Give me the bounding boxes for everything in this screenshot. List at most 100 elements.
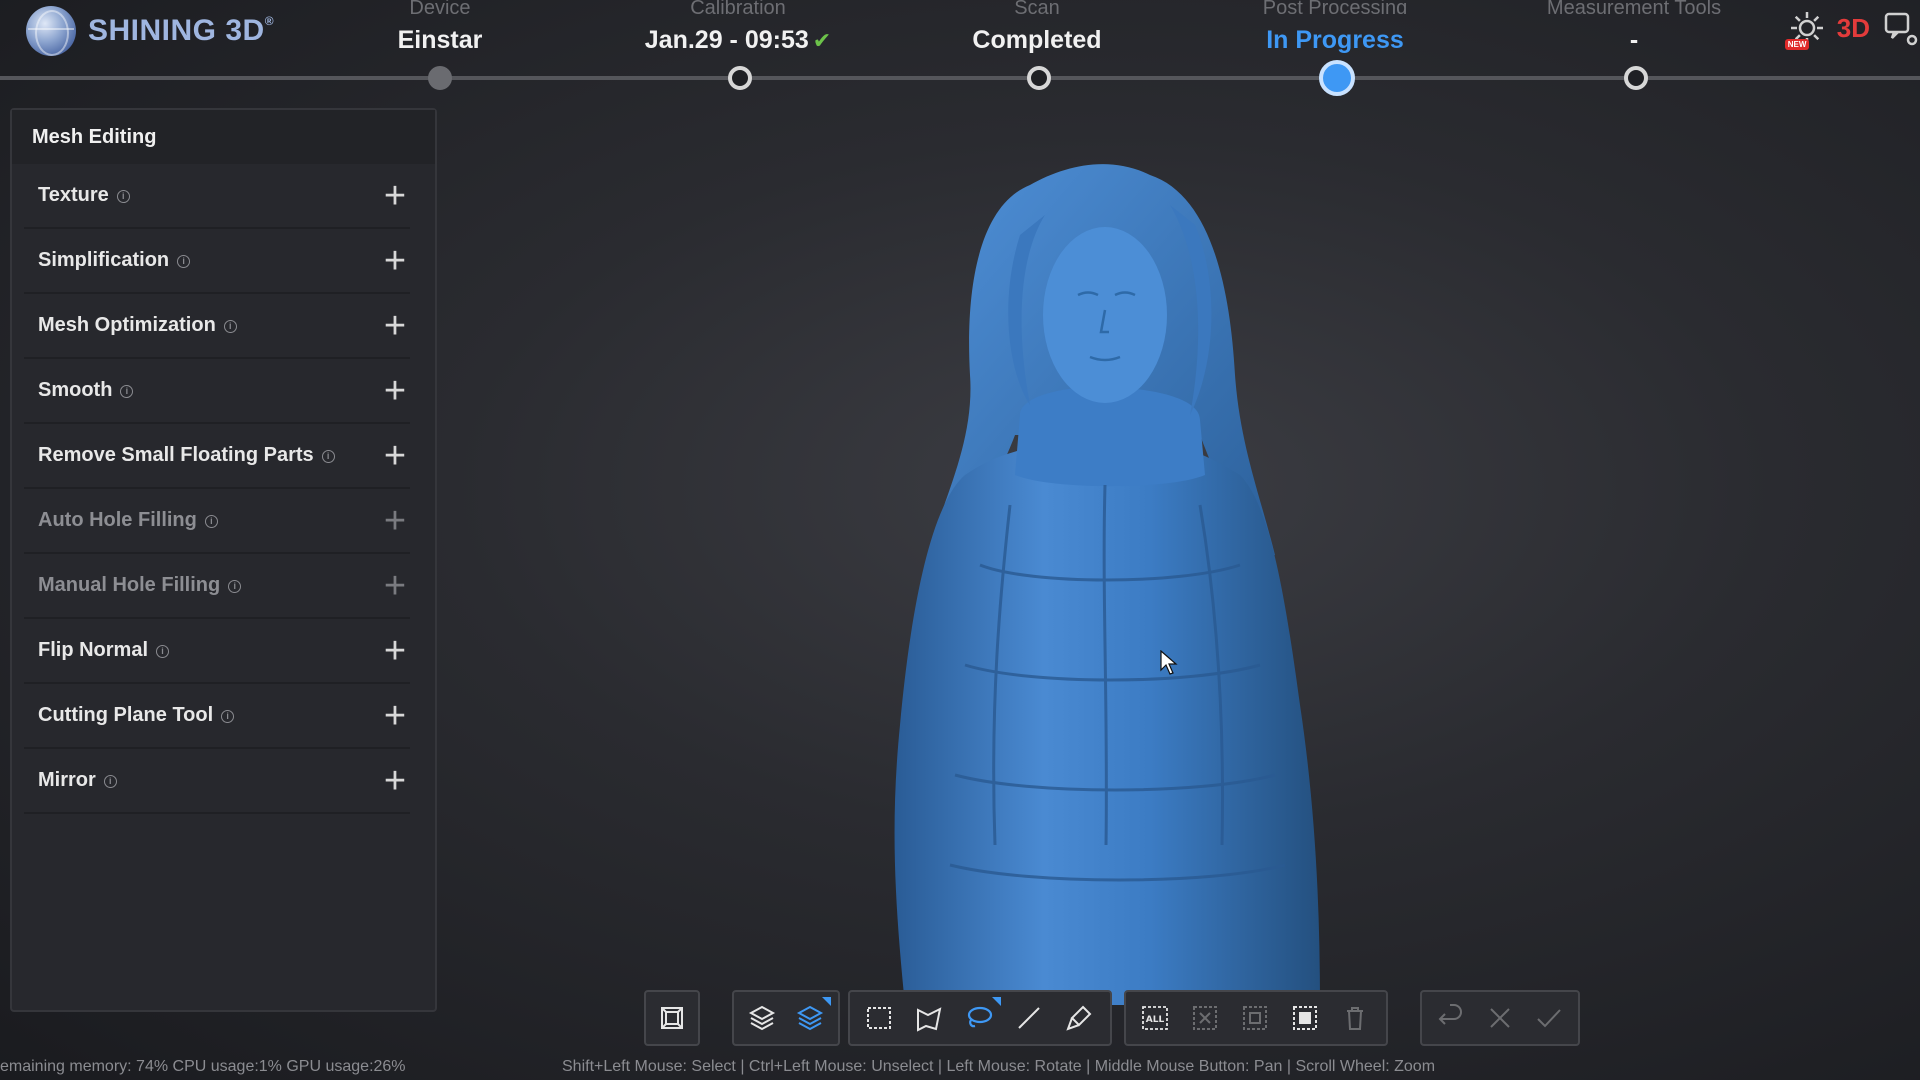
step-post-processing[interactable]: Post Processing In Progress bbox=[1185, 0, 1485, 55]
cancel-icon-button[interactable] bbox=[1475, 994, 1524, 1042]
step-label: Measurement Tools bbox=[1546, 0, 1722, 14]
layers-icon-button[interactable] bbox=[738, 994, 786, 1042]
new-badge: NEW bbox=[1784, 39, 1810, 50]
info-icon[interactable]: i bbox=[204, 515, 218, 528]
tool-row-manual-hole-filling[interactable]: Manual Hole Filling i + bbox=[24, 554, 410, 619]
visible-layers-icon-button[interactable] bbox=[786, 994, 834, 1042]
step-value: Completed bbox=[972, 26, 1102, 54]
tool-label: Flip Normal bbox=[38, 639, 149, 661]
selection-ops-group: ALL bbox=[1124, 990, 1388, 1046]
lasso-select-icon-button[interactable] bbox=[954, 994, 1004, 1042]
status-bar: emaining memory: 74% CPU usage:1% GPU us… bbox=[0, 1056, 1920, 1080]
tool-label: Cutting Plane Tool bbox=[38, 704, 214, 726]
tool-label: Mirror bbox=[38, 769, 96, 791]
step-node-measurement-tools[interactable] bbox=[1624, 66, 1648, 90]
tool-row-flip-normal[interactable]: Flip Normal i + bbox=[24, 619, 410, 684]
tool-label: Simplification bbox=[38, 249, 170, 271]
expand-plus-icon[interactable]: + bbox=[380, 502, 410, 540]
connected-select-icon-button[interactable] bbox=[1280, 994, 1330, 1042]
tool-list: Texture i + Simplification i + Mesh Optimizati… bbox=[12, 164, 435, 814]
step-label: Scan bbox=[1014, 0, 1060, 14]
info-icon[interactable]: i bbox=[103, 775, 117, 788]
apply-icon-button[interactable] bbox=[1525, 994, 1574, 1042]
info-icon[interactable]: i bbox=[228, 580, 242, 593]
info-icon[interactable]: i bbox=[223, 320, 237, 333]
step-measurement-tools[interactable]: Measurement Tools - bbox=[1484, 0, 1784, 55]
layer-group bbox=[732, 990, 840, 1046]
step-node-device[interactable] bbox=[428, 66, 452, 90]
expand-plus-icon[interactable]: + bbox=[380, 437, 410, 475]
brush-select-icon-button[interactable] bbox=[1054, 994, 1104, 1042]
tool-row-simplification[interactable]: Simplification i + bbox=[24, 229, 410, 294]
polygon-select-icon-button[interactable] bbox=[904, 994, 954, 1042]
expand-plus-icon[interactable]: + bbox=[380, 307, 410, 345]
invert-selection-icon-button[interactable] bbox=[1230, 994, 1280, 1042]
line-select-icon-button[interactable] bbox=[1004, 994, 1054, 1042]
step-node-post-processing[interactable] bbox=[1319, 60, 1355, 96]
mouse-cursor-icon bbox=[1160, 649, 1178, 676]
expand-plus-icon[interactable]: + bbox=[380, 372, 410, 410]
settings-gear-icon[interactable]: NEW bbox=[1784, 8, 1827, 50]
step-value: Einstar bbox=[397, 26, 483, 54]
info-icon[interactable]: i bbox=[116, 190, 130, 203]
check-icon: ✔ bbox=[812, 28, 832, 53]
expand-plus-icon[interactable]: + bbox=[380, 567, 410, 605]
brand-name: SHINING 3D bbox=[88, 14, 265, 47]
submenu-corner-icon bbox=[822, 997, 831, 1006]
expand-plus-icon[interactable]: + bbox=[380, 242, 410, 280]
tool-row-cutting-plane-tool[interactable]: Cutting Plane Tool i + bbox=[24, 684, 410, 749]
step-value: - bbox=[1629, 26, 1639, 54]
tool-row-mirror[interactable]: Mirror i + bbox=[24, 749, 410, 814]
tool-label: Mesh Optimization bbox=[38, 314, 216, 336]
undo-icon-button[interactable] bbox=[1426, 994, 1475, 1042]
tool-label: Manual Hole Filling bbox=[38, 574, 221, 596]
info-icon[interactable]: i bbox=[120, 385, 134, 398]
submenu-corner-icon bbox=[992, 997, 1001, 1006]
tool-label: Remove Small Floating Parts bbox=[38, 444, 314, 466]
scanned-mesh-model[interactable] bbox=[870, 145, 1340, 1005]
system-usage-text: emaining memory: 74% CPU usage:1% GPU us… bbox=[0, 1058, 406, 1075]
info-icon[interactable]: i bbox=[177, 255, 191, 268]
community-icon[interactable] bbox=[1880, 8, 1920, 48]
info-icon[interactable]: i bbox=[156, 645, 170, 658]
select-all-button[interactable]: ALL bbox=[1130, 994, 1180, 1042]
top-bar: SHINING 3D® Device Einstar Calibration J… bbox=[0, 0, 1920, 96]
view-group bbox=[644, 990, 700, 1046]
tool-row-mesh-optimization[interactable]: Mesh Optimization i + bbox=[24, 294, 410, 359]
tool-row-remove-small-floating-parts[interactable]: Remove Small Floating Parts i + bbox=[24, 424, 410, 489]
step-value: Jan.29 - 09:53 bbox=[644, 26, 809, 54]
step-label: Device bbox=[409, 0, 471, 14]
brand-3d-label[interactable]: 3D bbox=[1837, 13, 1870, 44]
rectangle-select-icon-button[interactable] bbox=[854, 994, 904, 1042]
globe-logo-icon bbox=[26, 6, 76, 56]
tool-label: Texture bbox=[38, 184, 109, 206]
expand-plus-icon[interactable]: + bbox=[380, 177, 410, 215]
selection-group bbox=[848, 990, 1112, 1046]
step-node-scan[interactable] bbox=[1027, 66, 1051, 90]
tool-label: Auto Hole Filling bbox=[38, 509, 197, 531]
mouse-hint-text: Shift+Left Mouse: Select | Ctrl+Left Mou… bbox=[562, 1058, 1436, 1075]
step-calibration[interactable]: Calibration Jan.29 - 09:53 ✔ bbox=[588, 0, 888, 55]
step-scan[interactable]: Scan Completed bbox=[887, 0, 1187, 55]
step-device[interactable]: Device Einstar bbox=[290, 0, 590, 55]
tool-row-texture[interactable]: Texture i + bbox=[24, 164, 410, 229]
info-icon[interactable]: i bbox=[321, 450, 335, 463]
step-value: In Progress bbox=[1266, 26, 1404, 54]
expand-plus-icon[interactable]: + bbox=[380, 762, 410, 800]
bottom-toolbar: ALL bbox=[0, 990, 1920, 1046]
step-label: Post Processing bbox=[1262, 0, 1408, 14]
clear-selection-icon-button[interactable] bbox=[1180, 994, 1230, 1042]
expand-plus-icon[interactable]: + bbox=[380, 632, 410, 670]
panel-title: Mesh Editing bbox=[12, 110, 435, 164]
view-fit-button[interactable] bbox=[650, 994, 694, 1042]
tool-row-auto-hole-filling[interactable]: Auto Hole Filling i + bbox=[24, 489, 410, 554]
mesh-editing-panel: Mesh Editing Texture i + Simplification i + Me… bbox=[10, 108, 437, 1012]
step-label: Calibration bbox=[690, 0, 786, 14]
info-icon[interactable]: i bbox=[221, 710, 235, 723]
expand-plus-icon[interactable]: + bbox=[380, 697, 410, 735]
top-right-controls: NEW 3D bbox=[1784, 8, 1920, 50]
delete-selection-icon-button[interactable] bbox=[1330, 994, 1380, 1042]
step-node-calibration[interactable] bbox=[728, 66, 752, 90]
tool-row-smooth[interactable]: Smooth i + bbox=[24, 359, 410, 424]
confirm-group bbox=[1420, 990, 1580, 1046]
